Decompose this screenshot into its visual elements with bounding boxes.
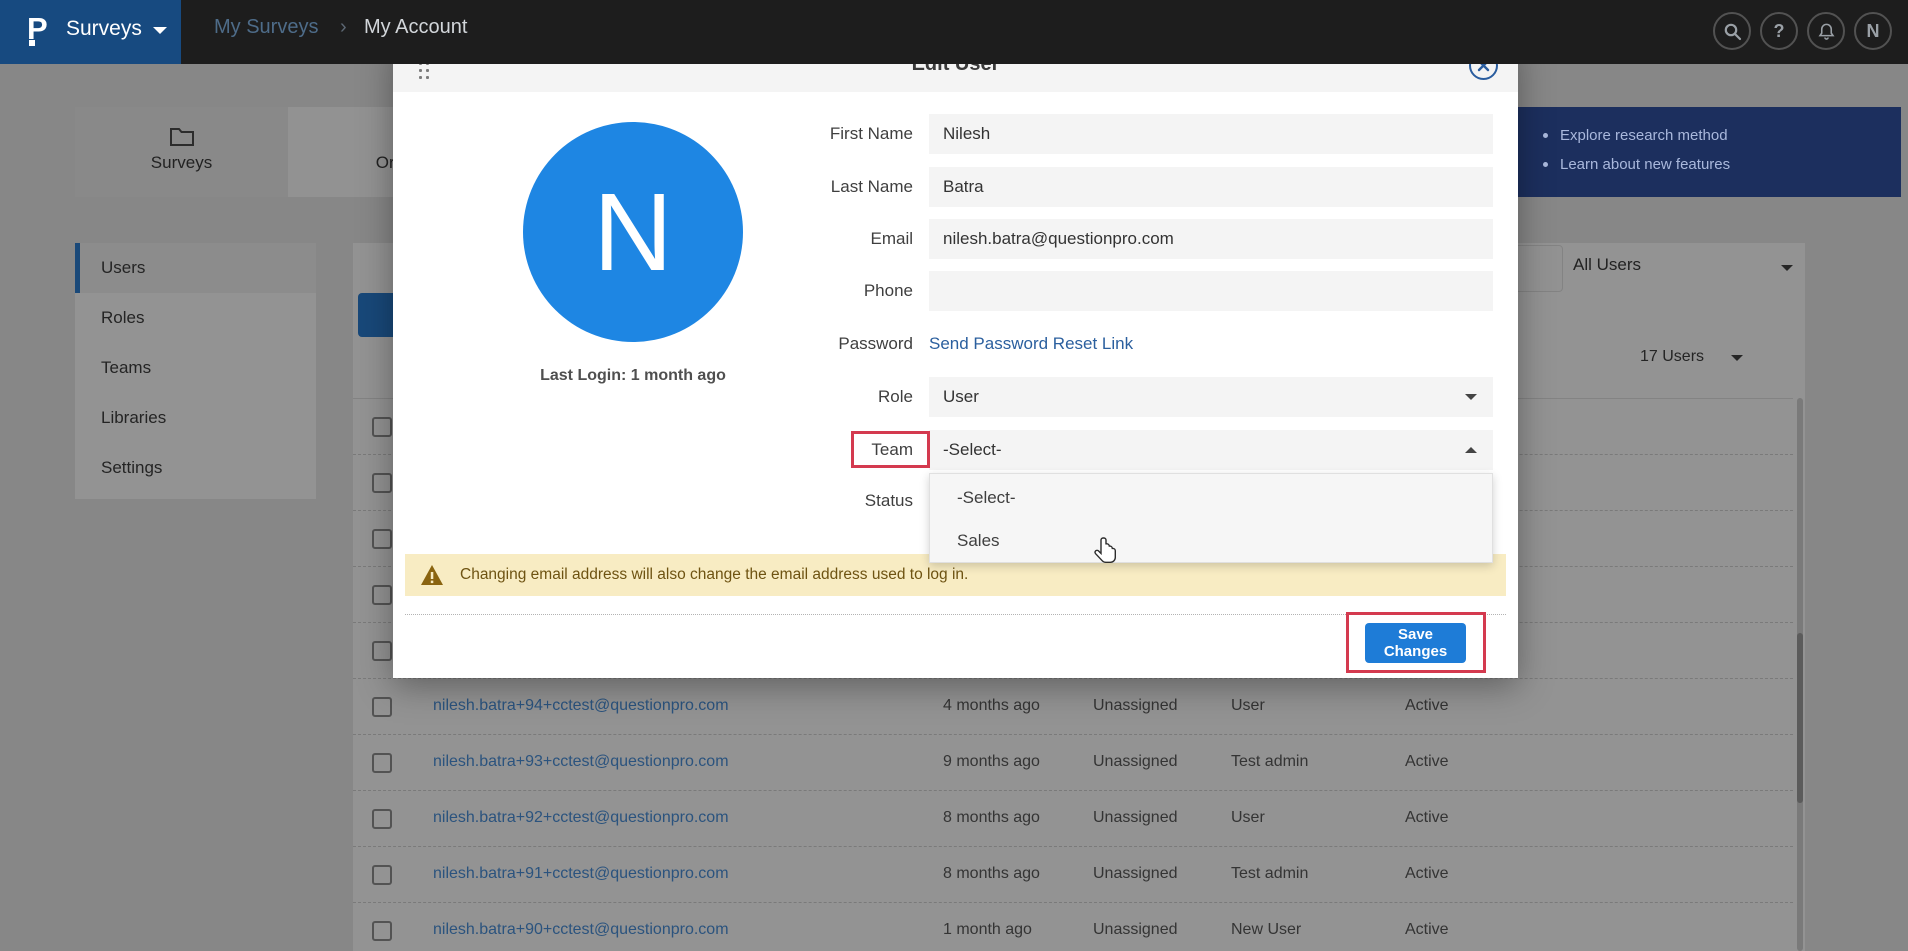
breadcrumb-my-account: My Account bbox=[364, 16, 467, 39]
bullet-icon bbox=[1543, 162, 1548, 167]
last-name-label: Last Name bbox=[693, 167, 913, 207]
password-row: Password Send Password Reset Link bbox=[693, 324, 1493, 364]
bullet-icon bbox=[1543, 133, 1548, 138]
first-name-field[interactable] bbox=[929, 114, 1493, 154]
team-select-value: -Select- bbox=[943, 440, 1002, 459]
mouse-pointer-icon bbox=[1094, 536, 1120, 571]
app-window: P Surveys My Surveys › My Account ? N Su… bbox=[0, 0, 1908, 951]
help-icon[interactable]: ? bbox=[1760, 12, 1798, 50]
role-row: Role User bbox=[693, 377, 1493, 417]
product-label: Surveys bbox=[66, 17, 142, 41]
warning-text: Changing email address will also change … bbox=[460, 566, 968, 584]
email-label: Email bbox=[693, 219, 913, 259]
send-password-reset-link[interactable]: Send Password Reset Link bbox=[929, 324, 1133, 364]
breadcrumb-separator: › bbox=[340, 16, 347, 39]
email-row: Email bbox=[693, 219, 1493, 259]
edit-user-modal: Edit User N Last Login: 1 month ago Firs… bbox=[393, 39, 1518, 678]
phone-field[interactable] bbox=[929, 271, 1493, 311]
phone-row: Phone bbox=[693, 271, 1493, 311]
promo-link-label: Learn about new features bbox=[1560, 156, 1730, 173]
team-row: Team -Select- bbox=[693, 430, 1493, 470]
notifications-bell-icon[interactable] bbox=[1807, 12, 1845, 50]
footer-divider bbox=[405, 614, 1506, 615]
role-label: Role bbox=[693, 377, 913, 417]
team-label-highlight-annotation bbox=[851, 431, 930, 468]
password-label: Password bbox=[693, 324, 913, 364]
promo-link-label: Explore research method bbox=[1560, 127, 1728, 144]
phone-label: Phone bbox=[693, 271, 913, 311]
promo-panel: Explore research method Learn about new f… bbox=[1509, 107, 1901, 197]
status-label: Status bbox=[693, 481, 913, 521]
search-icon[interactable] bbox=[1713, 12, 1751, 50]
user-avatar-icon[interactable]: N bbox=[1854, 12, 1892, 50]
team-option-select[interactable]: -Select- bbox=[930, 476, 1492, 519]
breadcrumb-my-surveys[interactable]: My Surveys bbox=[214, 16, 318, 39]
role-select[interactable]: User bbox=[929, 377, 1493, 417]
product-switcher[interactable]: P Surveys bbox=[0, 0, 181, 64]
first-name-label: First Name bbox=[693, 114, 913, 154]
team-option-sales[interactable]: Sales bbox=[930, 519, 1492, 562]
save-changes-button[interactable]: Save Changes bbox=[1365, 623, 1466, 663]
questionpro-logo-icon: P bbox=[27, 11, 48, 47]
team-select[interactable]: -Select- bbox=[929, 430, 1493, 470]
chevron-down-icon bbox=[153, 27, 167, 41]
team-dropdown-menu: -Select-Sales bbox=[929, 473, 1493, 563]
promo-link[interactable]: Learn about new features bbox=[1543, 156, 1901, 173]
first-name-row: First Name bbox=[693, 114, 1493, 154]
email-field[interactable] bbox=[929, 219, 1493, 259]
last-name-row: Last Name bbox=[693, 167, 1493, 207]
warning-triangle-icon bbox=[420, 564, 444, 586]
last-name-field[interactable] bbox=[929, 167, 1493, 207]
topbar: P Surveys My Surveys › My Account ? N bbox=[0, 0, 1908, 64]
promo-link[interactable]: Explore research method bbox=[1543, 127, 1901, 144]
role-select-value: User bbox=[943, 387, 979, 406]
topbar-actions: ? N bbox=[1713, 12, 1892, 50]
